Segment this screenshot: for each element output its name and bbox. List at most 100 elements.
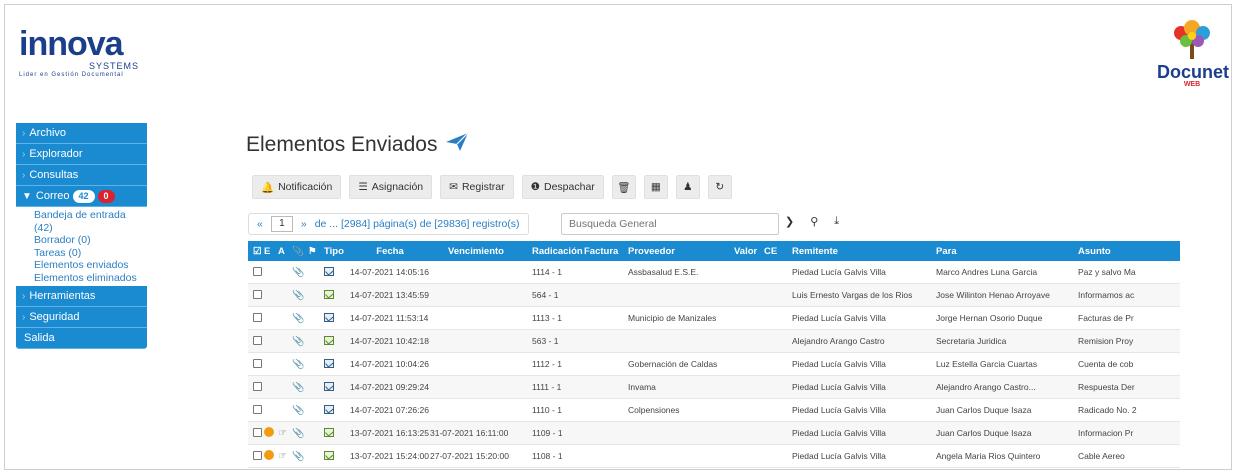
toolbar: 🔔 Notificación ☰ Asignación ✉ Registrar ❶ De… (252, 175, 732, 199)
table-row[interactable]: ☞ 📎 13-07-2021 15:24:00 27-07-2021 15:20:00… (248, 445, 1180, 468)
search-input[interactable] (561, 213, 779, 235)
paperclip-icon[interactable]: 📎 (292, 451, 308, 462)
notificacion-button[interactable]: 🔔 Notificación (252, 175, 342, 199)
row-checkbox[interactable] (248, 404, 264, 416)
pager-page-input[interactable]: 1 (270, 216, 293, 232)
submenu-borrador[interactable]: Borrador (0) (34, 234, 147, 247)
sidebar-item-salida[interactable]: Salida (16, 328, 147, 349)
sidebar-item-explorador[interactable]: › Explorador (16, 144, 147, 165)
cell-para: Luz Estella Garcia Cuartas (936, 359, 1038, 369)
select-all-checkbox-icon[interactable]: ☑ (248, 246, 264, 257)
table-row[interactable]: 📎 14-07-2021 10:42:18 563 - 1 Alejandro Ara… (248, 330, 1180, 353)
status-dot-icon (264, 450, 278, 462)
page-title-text: Elementos Enviados (246, 133, 438, 156)
document-green-icon (324, 289, 348, 301)
app-frame: innova SYSTEMS Lider en Gestión Document… (4, 4, 1232, 470)
document-icon (324, 266, 348, 278)
cell-radicacion: 564 - 1 (532, 290, 559, 300)
sidebar-item-archivo[interactable]: › Archivo (16, 123, 147, 144)
innova-logo[interactable]: innova SYSTEMS Lider en Gestión Document… (19, 27, 159, 78)
sidebar-item-correo[interactable]: ▼ Correo 42 0 (16, 186, 147, 207)
header-e[interactable]: E (264, 246, 278, 257)
user-button[interactable]: ♟ (675, 175, 700, 199)
row-checkbox[interactable] (248, 266, 264, 278)
cell-vencimiento: 31-07-2021 16:11:00 (430, 428, 509, 438)
cell-remitente: Alejandro Arango Castro (792, 336, 885, 346)
header-ce[interactable]: CE (764, 246, 788, 257)
header-a[interactable]: A (278, 246, 292, 257)
row-checkbox[interactable] (248, 381, 264, 393)
alert-count-badge: 0 (97, 190, 115, 203)
sidebar-item-herramientas[interactable]: › Herramientas (16, 286, 147, 307)
despachar-button[interactable]: ❶ Despachar (521, 175, 604, 199)
cell-proveedor: Gobernación de Caldas (628, 359, 718, 369)
sidebar-item-consultas[interactable]: › Consultas (16, 165, 147, 186)
docunet-logo[interactable]: Docunet WEB (1157, 19, 1229, 88)
chevron-down-icon[interactable]: ❯ (785, 215, 794, 228)
cell-radicacion: 563 - 1 (532, 336, 559, 346)
cell-asunto: Cable Aereo (1078, 451, 1125, 461)
search-icon[interactable]: ⚲ (810, 215, 818, 228)
header-vencimiento[interactable]: Vencimiento (430, 246, 522, 257)
table-row[interactable]: 📎 14-07-2021 14:05:16 1114 - 1 Assbasalud E… (248, 261, 1180, 284)
header-radicacion[interactable]: Radicación (522, 246, 584, 257)
cell-asunto: Paz y salvo Ma (1078, 267, 1136, 277)
header-tipo[interactable]: Tipo (324, 246, 348, 257)
hand-pointer-icon[interactable]: ☞ (278, 428, 292, 439)
paperclip-icon[interactable]: 📎 (292, 405, 308, 416)
table-row[interactable]: 📎 14-07-2021 10:04:26 1112 - 1 Gobernación … (248, 353, 1180, 376)
cell-fecha: 13-07-2021 16:13:25 (350, 428, 429, 438)
asignacion-button[interactable]: ☰ Asignación (349, 175, 433, 199)
header-factura[interactable]: Factura (584, 246, 624, 257)
row-checkbox[interactable] (248, 427, 264, 439)
cell-remitente: Piedad Lucía Galvis Villa (792, 428, 886, 438)
grid-button[interactable]: ▦ (643, 175, 668, 199)
header-asunto[interactable]: Asunto (1076, 246, 1140, 257)
submenu-elementos-eliminados[interactable]: Elementos eliminados (34, 272, 147, 285)
header-fecha[interactable]: Fecha (348, 246, 430, 257)
hand-pointer-icon[interactable]: ☞ (278, 451, 292, 462)
header-proveedor[interactable]: Proveedor (624, 246, 734, 257)
row-checkbox[interactable] (248, 358, 264, 370)
submenu-elementos-enviados[interactable]: Elementos enviados (34, 259, 147, 272)
paperclip-icon[interactable]: 📎 (292, 428, 308, 439)
table-row[interactable]: 📎 14-07-2021 11:53:14 1113 - 1 Municipio de… (248, 307, 1180, 330)
submenu-bandeja-entrada[interactable]: Bandeja de entrada (42) (34, 209, 147, 234)
cell-proveedor: Assbasalud E.S.E. (628, 267, 699, 277)
row-checkbox[interactable] (248, 450, 264, 462)
registrar-button[interactable]: ✉ Registrar (440, 175, 514, 199)
table-row[interactable]: 📎 14-07-2021 09:29:24 1111 - 1 Invama Piedad… (248, 376, 1180, 399)
document-green-icon (324, 450, 348, 462)
cell-asunto: Facturas de Pr (1078, 313, 1134, 323)
download-icon[interactable]: ⤓ (834, 215, 839, 228)
table-row[interactable]: ☞ 📎 13-07-2021 16:13:25 31-07-2021 16:11:00… (248, 422, 1180, 445)
paperclip-icon[interactable]: 📎 (292, 267, 308, 278)
paperclip-icon[interactable]: 📎 (292, 313, 308, 324)
delete-button[interactable]: 🗑 (611, 175, 636, 199)
row-checkbox[interactable] (248, 312, 264, 324)
row-checkbox[interactable] (248, 335, 264, 347)
header-valor[interactable]: Valor (734, 246, 764, 257)
table-row[interactable]: 📎 14-07-2021 13:45:59 564 - 1 Luis Ernesto … (248, 284, 1180, 307)
cell-asunto: Informamos ac (1078, 290, 1135, 300)
submenu-tareas[interactable]: Tareas (0) (34, 247, 147, 260)
paperclip-icon[interactable]: 📎 (292, 359, 308, 370)
header-remitente[interactable]: Remitente (788, 246, 934, 257)
refresh-button[interactable]: ↻ (707, 175, 732, 199)
docunet-web: WEB (1183, 81, 1201, 88)
row-checkbox[interactable] (248, 289, 264, 301)
pager-next[interactable]: » (293, 214, 315, 234)
paperclip-icon[interactable]: 📎 (292, 382, 308, 393)
logo-tagline: Lider en Gestión Documental (19, 72, 124, 78)
paper-plane-icon (445, 132, 469, 158)
sidebar-item-seguridad[interactable]: › Seguridad (16, 307, 147, 328)
header-para[interactable]: Para (934, 246, 1076, 257)
paperclip-icon[interactable]: 📎 (292, 290, 308, 301)
table-row[interactable]: 📎 14-07-2021 07:26:26 1110 - 1 Colpensiones… (248, 399, 1180, 422)
pager-prev[interactable]: « (249, 214, 271, 234)
paperclip-icon[interactable]: 📎 (292, 336, 308, 347)
cell-vencimiento: 27-07-2021 15:20:00 (430, 451, 509, 461)
cell-para: Alejandro Arango Castro... (936, 382, 1036, 392)
envelope-icon: ✉ (449, 181, 458, 193)
pager-info: de ... [2984] página(s) de [29836] regis… (314, 218, 520, 230)
